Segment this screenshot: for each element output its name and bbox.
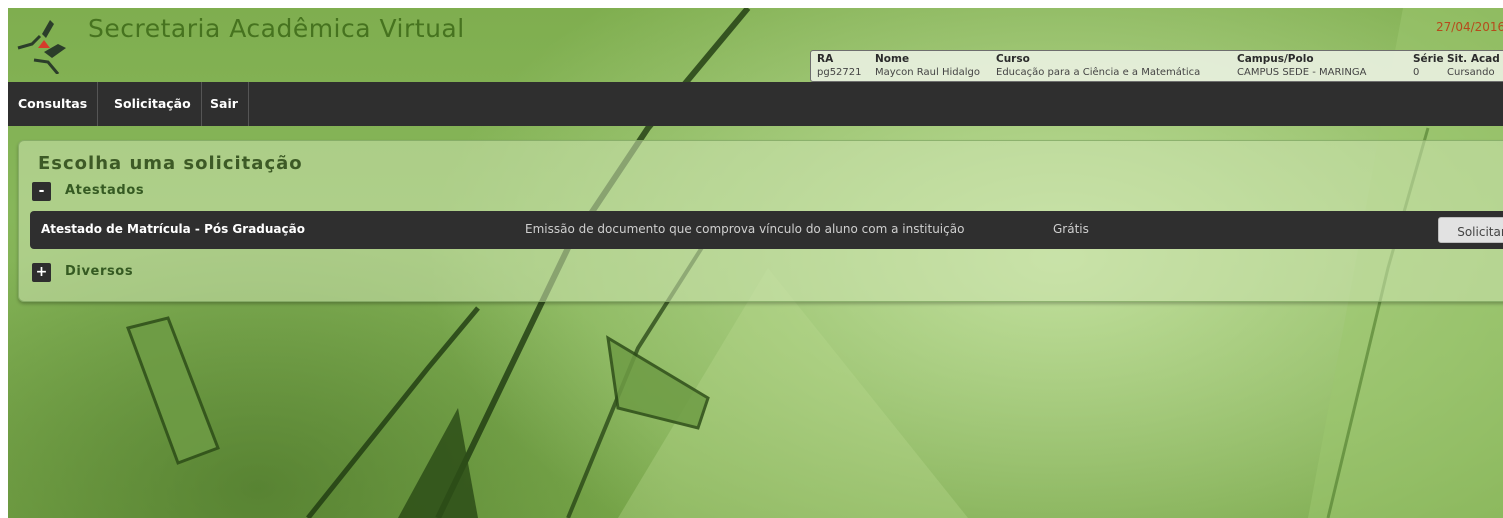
current-date: 27/04/2016 (1436, 20, 1503, 34)
student-name: Nome Maycon Raul Hidalgo (875, 53, 980, 78)
student-academic-status: Sit. Acad Cursando (1447, 53, 1500, 78)
student-campus: Campus/Polo CAMPUS SEDE - MARINGA (1237, 53, 1367, 78)
student-course: Curso Educação para a Ciência e a Matemá… (996, 53, 1201, 78)
menu-item-sair[interactable]: Sair (200, 82, 249, 126)
section-label-diversos: Diversos (65, 264, 134, 279)
main-menu: Consultas Solicitação Sair (8, 82, 1503, 126)
student-info-box: RA pg52721 Nome Maycon Raul Hidalgo Curs… (810, 50, 1503, 82)
menu-item-solicitacao[interactable]: Solicitação (104, 82, 202, 126)
request-row: Atestado de Matrícula - Pós Graduação Em… (30, 211, 1503, 249)
solicitar-button[interactable]: Solicitar (1438, 217, 1503, 243)
panel-title: Escolha uma solicitação (38, 153, 303, 174)
section-label-atestados: Atestados (65, 183, 145, 198)
request-panel: Escolha uma solicitação - Atestados Ates… (18, 140, 1503, 302)
collapse-icon[interactable]: - (32, 182, 51, 201)
request-name: Atestado de Matrícula - Pós Graduação (41, 222, 305, 236)
request-price: Grátis (1053, 222, 1089, 236)
page-background: Secretaria Acadêmica Virtual 27/04/2016 … (8, 8, 1503, 518)
header: Secretaria Acadêmica Virtual 27/04/2016 … (8, 8, 1503, 82)
university-logo-icon (17, 20, 66, 74)
request-description: Emissão de documento que comprova víncul… (525, 222, 965, 236)
app-title: Secretaria Acadêmica Virtual (88, 14, 465, 43)
student-serie: Série 0 (1413, 53, 1444, 78)
expand-icon[interactable]: + (32, 263, 51, 282)
student-ra: RA pg52721 (817, 53, 862, 78)
menu-item-consultas[interactable]: Consultas (8, 82, 99, 126)
